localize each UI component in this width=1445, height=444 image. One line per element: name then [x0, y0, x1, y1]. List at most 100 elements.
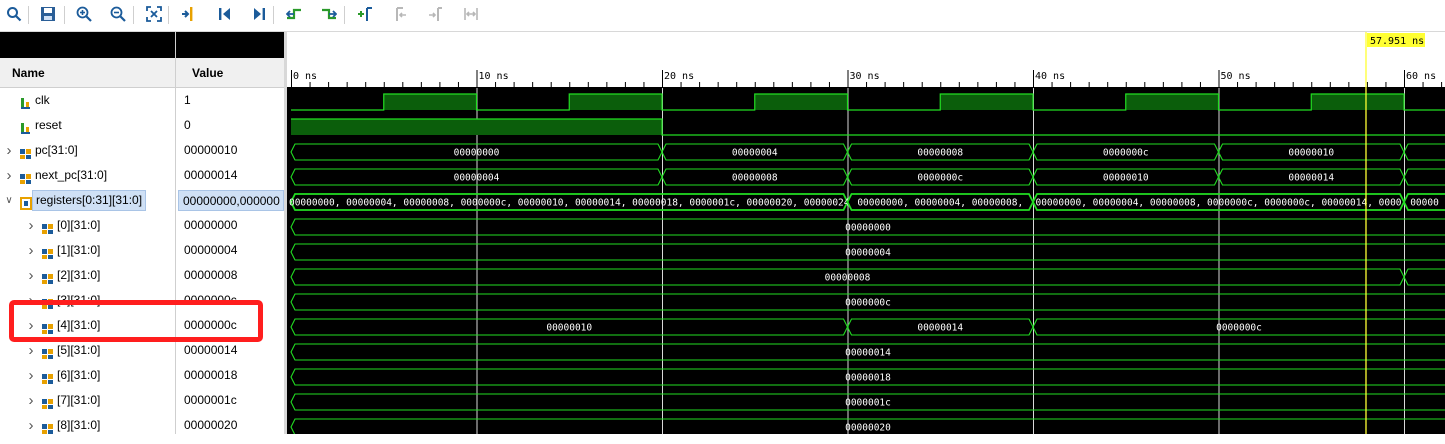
value-column-header[interactable]: Value — [176, 58, 284, 88]
signal-value: 00000014 — [184, 168, 238, 182]
ruler-label: 30 ns — [850, 71, 880, 82]
next-marker-icon — [427, 6, 443, 25]
swap-cursors-button[interactable] — [460, 4, 482, 26]
collapse-chevron-icon[interactable]: ∨ — [4, 188, 14, 213]
bus-icon — [42, 269, 54, 284]
waveform-canvas[interactable]: 0 ns 10 ns 20 ns 30 ns 40 ns 50 ns 60 ns000000… — [287, 32, 1445, 434]
zoom-fit-button[interactable] — [143, 4, 165, 26]
signal-value: 0 — [184, 118, 191, 132]
bus-value-label: 00000004 — [732, 148, 778, 159]
zoom-out-button[interactable] — [107, 4, 129, 26]
bus-value-label: 0000000c — [1216, 323, 1262, 334]
signal-row[interactable]: › [6][31:0] — [0, 363, 175, 388]
go-to-cursor-button[interactable] — [178, 4, 200, 26]
expand-chevron-icon[interactable]: › — [4, 138, 14, 163]
expand-chevron-icon[interactable]: › — [26, 363, 36, 388]
bus-value-label: 00000000 — [845, 223, 891, 234]
bus-icon — [20, 144, 32, 159]
signal-bit-icon — [20, 119, 32, 134]
signal-name: next_pc[31:0] — [35, 168, 108, 182]
previous-marker-button[interactable] — [389, 4, 411, 26]
signal-row[interactable]: clk — [0, 88, 175, 113]
next-transition-icon — [321, 6, 338, 25]
bit-high-fill — [383, 94, 477, 110]
signal-row[interactable]: › [7][31:0] — [0, 388, 175, 413]
zoom-fit-icon — [146, 5, 162, 25]
signal-row[interactable]: reset — [0, 113, 175, 138]
ruler-label: 50 ns — [1221, 71, 1251, 82]
signal-row[interactable]: › [0][31:0] — [0, 213, 175, 238]
signal-row[interactable]: › [1][31:0] — [0, 238, 175, 263]
signal-row[interactable]: › [2][31:0] — [0, 263, 175, 288]
go-to-last-time-icon — [251, 6, 267, 25]
expand-chevron-icon[interactable]: › — [26, 388, 36, 413]
add-marker-icon — [357, 6, 373, 25]
previous-marker-icon — [392, 6, 408, 25]
signal-name: [1][31:0] — [57, 243, 101, 257]
signal-row[interactable]: › next_pc[31:0] — [0, 163, 175, 188]
expand-chevron-icon[interactable]: › — [26, 413, 36, 438]
expand-chevron-icon[interactable]: › — [4, 163, 14, 188]
signal-row[interactable]: ∨ registers[0:31][31:0] — [0, 188, 175, 213]
bus-segment — [1403, 143, 1445, 161]
signal-value: 00000008 — [184, 268, 238, 282]
zoom-in-button[interactable] — [73, 4, 95, 26]
ruler-label: 60 ns — [1406, 71, 1436, 82]
bus-value-label: 0000000c — [917, 173, 963, 184]
waveform-area[interactable]: 0 ns 10 ns 20 ns 30 ns 40 ns 50 ns 60 ns 000000… — [287, 32, 1445, 434]
signal-row[interactable]: › pc[31:0] — [0, 138, 175, 163]
search-button[interactable] — [3, 4, 25, 26]
toolbar-separator — [133, 6, 134, 24]
signal-name: [0][31:0] — [57, 218, 101, 232]
bus-value-label: 00000014 — [917, 323, 963, 334]
name-column-header[interactable]: Name — [0, 58, 175, 88]
bus-value-label: 0000000c — [1103, 148, 1149, 159]
signal-name: registers[0:31][31:0] — [32, 190, 147, 211]
signal-name: [6][31:0] — [57, 368, 101, 382]
signal-bit-icon — [20, 94, 32, 109]
bus-value-label: 00000008 — [732, 173, 778, 184]
name-column: Name clk reset › pc[31:0] › next_pc[31:0] ∨ reg… — [0, 32, 175, 434]
ruler-label: 0 ns — [293, 71, 317, 82]
value-column-spacer — [176, 32, 284, 58]
previous-transition-button[interactable] — [283, 4, 305, 26]
toolbar-separator — [28, 6, 29, 24]
expand-chevron-icon[interactable]: › — [26, 263, 36, 288]
bit-high-fill — [569, 94, 662, 110]
signal-name: pc[31:0] — [35, 143, 78, 157]
bus-value-label: 00000 — [1410, 198, 1439, 209]
bus-value-label: 00000014 — [845, 348, 891, 359]
bus-icon — [42, 344, 54, 359]
bus-value-label: 0000001c — [845, 398, 891, 409]
bit-high-fill — [291, 119, 662, 135]
zoom-out-icon — [110, 6, 126, 25]
bus-value-label: 00000010 — [1288, 148, 1334, 159]
signal-row[interactable]: › [8][31:0] — [0, 413, 175, 438]
bus-value-label: 00000000, 00000004, 00000008, 0000000c, … — [289, 198, 850, 209]
add-marker-button[interactable] — [354, 4, 376, 26]
swap-cursors-icon — [463, 6, 479, 25]
signal-value: 00000018 — [184, 368, 238, 382]
toolbar — [0, 0, 1445, 32]
bus-value-label: 00000000, 00000004, 00000008, 0000000c, … — [1035, 198, 1401, 209]
bit-high-fill — [1311, 94, 1404, 110]
signal-name: [2][31:0] — [57, 268, 101, 282]
bit-high-fill — [940, 94, 1033, 110]
highlight-box — [9, 300, 263, 342]
bus-value-label: 00000018 — [845, 373, 891, 384]
signal-value: 00000000,000000 — [178, 190, 284, 211]
signal-value: 00000020 — [184, 418, 238, 432]
expand-chevron-icon[interactable]: › — [26, 213, 36, 238]
save-button[interactable] — [37, 4, 59, 26]
go-to-time-zero-button[interactable] — [214, 4, 236, 26]
next-marker-button[interactable] — [424, 4, 446, 26]
previous-transition-icon — [285, 6, 302, 25]
bus-value-label: 00000010 — [546, 323, 592, 334]
signal-value: 00000000 — [184, 218, 238, 232]
signal-name: clk — [35, 93, 50, 107]
signal-value: 00000004 — [184, 243, 238, 257]
expand-chevron-icon[interactable]: › — [26, 238, 36, 263]
go-to-last-time-button[interactable] — [248, 4, 270, 26]
bit-high-fill — [754, 94, 848, 110]
next-transition-button[interactable] — [318, 4, 340, 26]
